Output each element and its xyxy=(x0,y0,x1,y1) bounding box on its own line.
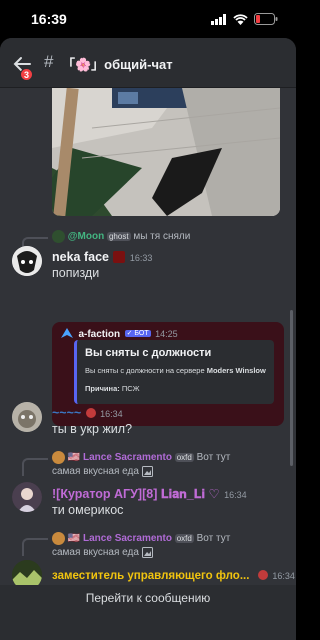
message-header: ~~~~ 16:34 xyxy=(52,404,123,422)
channel-title[interactable]: 「🌸」общий-чат xyxy=(62,54,173,73)
role-icon xyxy=(257,569,268,580)
reply-tag: oxfd xyxy=(174,534,194,543)
message-author[interactable]: ~~~~ xyxy=(52,406,81,420)
status-icons xyxy=(211,12,278,30)
image-icon xyxy=(141,466,153,477)
reply-text: мы тя сняли xyxy=(133,231,191,243)
message-author[interactable]: заместитель управляющего фло... xyxy=(52,570,249,582)
reply-author: Lance Sacramento xyxy=(83,533,172,545)
message-time: 16:34 xyxy=(224,490,247,500)
bot-name[interactable]: a-faction xyxy=(78,329,120,340)
reply-avatar xyxy=(52,451,65,464)
message-time: 16:34 xyxy=(272,571,295,581)
message-header: ![Куратор АГУ][8] 𝐋𝐢𝐚𝐧_𝐋𝐢 ♡ 16:34 xyxy=(52,485,247,503)
role-icon xyxy=(113,250,126,263)
message-text: попизди xyxy=(52,266,100,280)
reply-preview[interactable]: 🇺🇸 Lance Sacramento oxfd Вот тут xyxy=(52,532,230,545)
unread-badge: 3 xyxy=(20,68,33,81)
reply-connector xyxy=(22,538,48,556)
reply-text: самая вкусная еда xyxy=(52,466,139,478)
message-author[interactable]: neka face xyxy=(52,250,109,264)
reply-preview-line2: самая вкусная еда xyxy=(52,547,153,558)
signal-icon xyxy=(211,12,227,30)
embed-reason: Причина: ПСЖ xyxy=(85,384,266,393)
message-time: 16:34 xyxy=(100,409,123,419)
role-icon xyxy=(85,407,96,418)
embed-card: Вы сняты с должности Вы сняты с должност… xyxy=(74,340,274,404)
bot-avatar-icon xyxy=(60,324,78,341)
reply-text-right: Вот тут xyxy=(196,452,231,464)
reply-connector xyxy=(22,458,48,476)
reply-tag: ghost xyxy=(106,232,131,241)
embed-description: Вы сняты с должности на сервере Moders W… xyxy=(85,366,266,375)
avatar[interactable] xyxy=(12,482,42,512)
status-bar: 16:39 xyxy=(0,0,296,38)
bot-tag: ✓ БОТ xyxy=(124,329,151,337)
reply-avatar xyxy=(52,230,65,243)
message-time: 16:33 xyxy=(129,253,153,263)
message-header: заместитель управляющего фло... 16:34 xyxy=(52,566,295,584)
reply-text-right: Вот тут xyxy=(196,533,231,545)
scrollbar[interactable] xyxy=(290,310,293,466)
image-icon xyxy=(141,547,153,558)
hash-icon: # xyxy=(44,52,54,71)
avatar[interactable] xyxy=(12,246,42,276)
flag-icon: 🇺🇸 xyxy=(67,533,81,545)
message-text: ты в укр жил? xyxy=(52,422,133,436)
reply-preview-line2: самая вкусная еда xyxy=(52,466,153,477)
embed-server-name: Moders Winslow xyxy=(206,366,266,375)
flag-icon: 🇺🇸 xyxy=(67,452,81,464)
message-header: neka face 16:33 xyxy=(52,248,152,266)
channel-header: 3 # 「🌸」общий-чат xyxy=(0,38,296,88)
battery-icon xyxy=(254,12,278,30)
embed-title: Вы сняты с должности xyxy=(85,347,212,359)
avatar[interactable] xyxy=(12,402,42,432)
reply-text: самая вкусная еда xyxy=(52,547,139,559)
reply-author: @Moon xyxy=(67,231,105,243)
embed-reason-label: Причина: xyxy=(85,384,120,393)
embed-reason-value: ПСЖ xyxy=(121,384,140,393)
status-time: 16:39 xyxy=(31,11,67,27)
chat-sheet: 3 # 「🌸」общий-чат @Moon ghost мы тя сняли… xyxy=(0,38,296,640)
jump-to-message-label[interactable]: Перейти к сообщению xyxy=(86,591,211,605)
jump-to-message-bar[interactable]: Перейти к сообщению xyxy=(0,585,296,640)
reply-author: Lance Sacramento xyxy=(83,452,172,464)
reply-preview[interactable]: 🇺🇸 Lance Sacramento oxfd Вот тут xyxy=(52,451,230,464)
message-author[interactable]: ![Куратор АГУ][8] 𝐋𝐢𝐚𝐧_𝐋𝐢 ♡ xyxy=(52,487,220,501)
message-image[interactable] xyxy=(52,88,280,216)
message-text: ти омерикос xyxy=(52,503,124,517)
reply-preview[interactable]: @Moon ghost мы тя сняли xyxy=(52,230,190,243)
embed-time: 14:25 xyxy=(155,329,178,339)
wifi-icon xyxy=(233,12,248,30)
embed-desc-prefix: Вы сняты с должности на сервере xyxy=(85,366,205,375)
reply-avatar xyxy=(52,532,65,545)
reply-tag: oxfd xyxy=(174,453,194,462)
